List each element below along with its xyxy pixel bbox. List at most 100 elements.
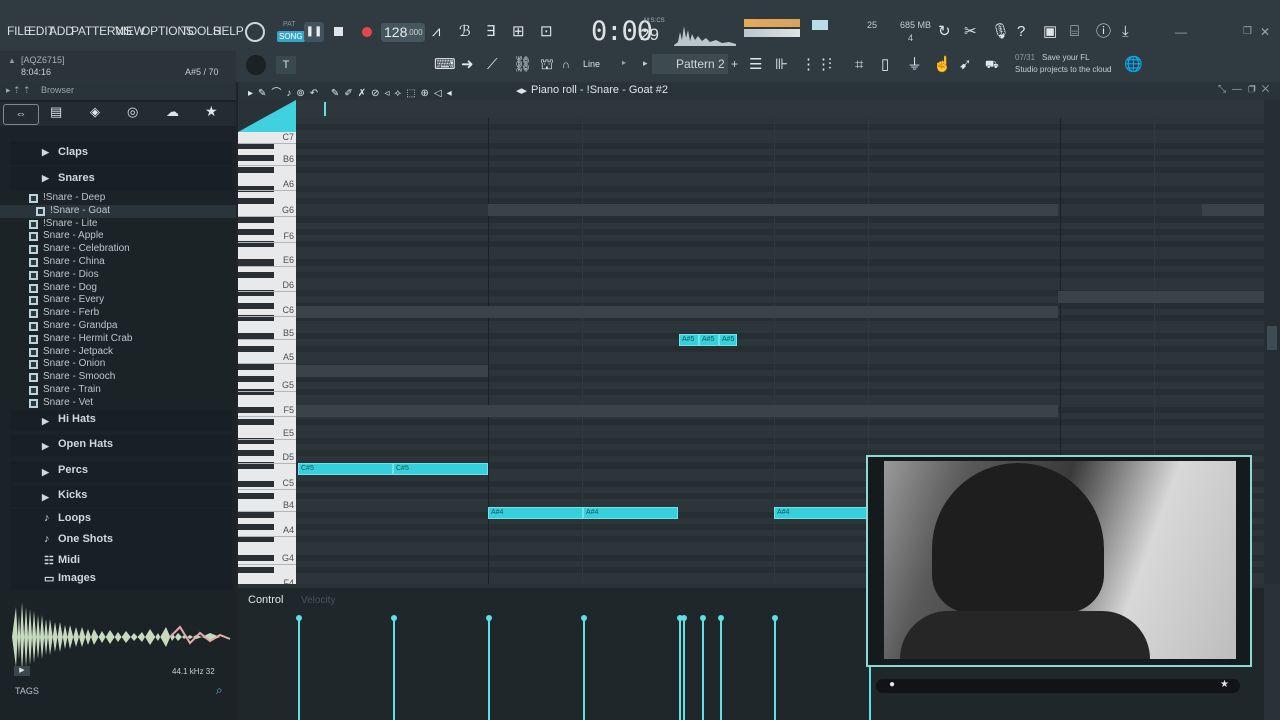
- piano-key-black[interactable]: [238, 167, 274, 174]
- metronome-icon[interactable]: ⩘: [432, 22, 440, 42]
- stamp-icon[interactable]: ⛫: [540, 55, 554, 75]
- stop-button[interactable]: [334, 27, 343, 36]
- piano-key-black[interactable]: [238, 376, 274, 383]
- pitch-knob[interactable]: [246, 55, 266, 75]
- browser-folder[interactable]: ▶ Kicks: [10, 486, 232, 507]
- piano-key-black[interactable]: [238, 450, 274, 457]
- step-edit-icon[interactable]: ⊞: [512, 22, 525, 42]
- velocity-bar[interactable]: [486, 615, 492, 720]
- browser-folder[interactable]: ▶ Open Hats: [10, 435, 232, 456]
- browser-file-item[interactable]: !Snare - Goat: [0, 204, 236, 218]
- piano-key-black[interactable]: [238, 228, 274, 235]
- add-pattern-icon[interactable]: +: [731, 57, 738, 71]
- typing-keyboard-icon[interactable]: T: [276, 56, 296, 74]
- browser-file-item[interactable]: Snare - Celebration: [0, 243, 236, 256]
- browser-nav-icons[interactable]: ▸ ⇡ ⇡: [6, 85, 31, 96]
- link-icon[interactable]: ⛓: [513, 55, 532, 75]
- piano-key-black[interactable]: [238, 259, 274, 266]
- note[interactable]: C#5: [393, 463, 488, 475]
- velocity-bar[interactable]: [681, 615, 687, 720]
- note[interactable]: A#5: [719, 334, 737, 346]
- browser-folder[interactable]: ♪ Loops: [10, 509, 232, 530]
- plugins-tab-icon[interactable]: ◈: [90, 104, 100, 120]
- piano-key-black[interactable]: [238, 216, 274, 223]
- tags-label[interactable]: TAGS: [15, 686, 39, 696]
- browser-file-item[interactable]: !Snare - Deep: [0, 192, 236, 205]
- download-icon[interactable]: ⤓: [1122, 22, 1129, 42]
- piano-key-black[interactable]: [238, 554, 274, 561]
- pat-mode-label[interactable]: PAT: [283, 21, 296, 28]
- browser-file-item[interactable]: Snare - Train: [0, 384, 236, 397]
- control-label[interactable]: Control: [248, 594, 283, 606]
- piano-key-black[interactable]: [238, 419, 274, 426]
- browser-file-item[interactable]: Snare - Grandpa: [0, 320, 236, 333]
- song-mode-button[interactable]: SONG: [277, 31, 305, 42]
- piano-roll-icon[interactable]: ⊪: [775, 55, 788, 75]
- play-preview-icon[interactable]: ▶: [14, 666, 30, 676]
- magnet-icon[interactable]: ∩: [562, 55, 570, 75]
- wait-input-icon[interactable]: ℬ: [459, 22, 471, 42]
- minimize-window-icon[interactable]: —: [1175, 22, 1187, 42]
- record-button[interactable]: [362, 27, 372, 37]
- piano-key-black[interactable]: [238, 407, 274, 414]
- note[interactable]: A#4: [583, 507, 678, 519]
- arrow-right-icon[interactable]: ➜: [461, 55, 474, 75]
- folder-snares[interactable]: ▶ Snares: [10, 167, 232, 191]
- velocity-bar[interactable]: [700, 615, 706, 720]
- piano-key-black[interactable]: [238, 566, 274, 574]
- snap-select[interactable]: Line: [583, 59, 600, 69]
- files-tab-icon[interactable]: ▤: [50, 104, 62, 120]
- menu-help[interactable]: HELP: [213, 24, 244, 38]
- browser-folder[interactable]: ♪ One Shots: [10, 530, 232, 551]
- overview-strip[interactable]: [296, 100, 1266, 118]
- search-icon[interactable]: ⌕: [216, 683, 223, 698]
- piano-key-black[interactable]: [238, 493, 274, 500]
- plug-icon[interactable]: ⏚: [907, 55, 922, 75]
- magic-wand-icon[interactable]: ⟋: [487, 55, 498, 75]
- tempo-display[interactable]: 128 .000: [381, 23, 425, 42]
- globe-icon[interactable]: 🌐: [1124, 55, 1143, 75]
- time-unit-label[interactable]: M:S:CS: [644, 18, 665, 24]
- loop-record-icon[interactable]: ⊡: [540, 22, 553, 42]
- file-icon[interactable]: ▯: [881, 55, 889, 75]
- browser-file-item[interactable]: Snare - Jetpack: [0, 346, 236, 359]
- browser-folder[interactable]: ▶ Percs: [10, 461, 232, 482]
- channel-rack-icon[interactable]: ⋮⋮: [801, 55, 831, 75]
- piano-key-black[interactable]: [238, 536, 274, 543]
- browser-file-item[interactable]: Snare - Hermit Crab: [0, 333, 236, 346]
- browser-file-item[interactable]: Snare - Apple: [0, 230, 236, 243]
- piano-key-black[interactable]: [238, 364, 274, 371]
- window-controls[interactable]: ⤡—❐✕: [1218, 84, 1275, 95]
- pattern-arrow-icon[interactable]: ▸: [643, 58, 648, 69]
- restore-window-icon[interactable]: ❐: [1243, 22, 1252, 42]
- cut-icon[interactable]: ✂: [964, 22, 977, 42]
- note[interactable]: A#4: [774, 507, 869, 519]
- keyboard-icon[interactable]: ⌨: [434, 55, 456, 75]
- browser-file-item[interactable]: Snare - Smooch: [0, 371, 236, 384]
- world-tab-icon[interactable]: ◎: [127, 104, 138, 120]
- countdown-icon[interactable]: ∃: [486, 22, 495, 42]
- velocity-bar[interactable]: [296, 615, 302, 720]
- snap-arrow-icon[interactable]: ▸: [622, 58, 626, 67]
- news-line-2[interactable]: Studio projects to the cloud: [1015, 65, 1112, 74]
- news-line-1[interactable]: Save your FL: [1042, 53, 1090, 62]
- piano-key-black[interactable]: [238, 480, 274, 487]
- piano-key-black[interactable]: [238, 271, 274, 278]
- piano-keyboard[interactable]: C7 B6 A6 G6 F6 E6 D6 C6 B5 A5 G5 F5 E5 D5 C5 B4 A4 G4 F4: [238, 132, 296, 584]
- cloud-tab-icon[interactable]: ☁: [166, 104, 179, 120]
- playlist-icon[interactable]: ☰: [749, 55, 762, 75]
- browser-file-item[interactable]: Snare - Dios: [0, 269, 236, 282]
- velocity-bar[interactable]: [772, 615, 778, 720]
- piano-key-black[interactable]: [238, 302, 274, 309]
- pause-button[interactable]: ❚❚: [304, 22, 324, 42]
- zoom-corner[interactable]: [238, 100, 296, 132]
- piano-key-black[interactable]: [238, 511, 274, 518]
- folder-claps[interactable]: ▶ Claps: [10, 141, 232, 165]
- mixer-icon[interactable]: ⫶: [828, 55, 832, 75]
- piano-key-black[interactable]: [238, 345, 274, 352]
- velocity-label[interactable]: Velocity: [301, 595, 335, 606]
- close-window-icon[interactable]: ✕: [1260, 22, 1270, 42]
- help-icon[interactable]: ?: [1017, 22, 1025, 42]
- master-volume-knob[interactable]: [245, 22, 265, 42]
- browser-file-item[interactable]: Snare - Ferb: [0, 307, 236, 320]
